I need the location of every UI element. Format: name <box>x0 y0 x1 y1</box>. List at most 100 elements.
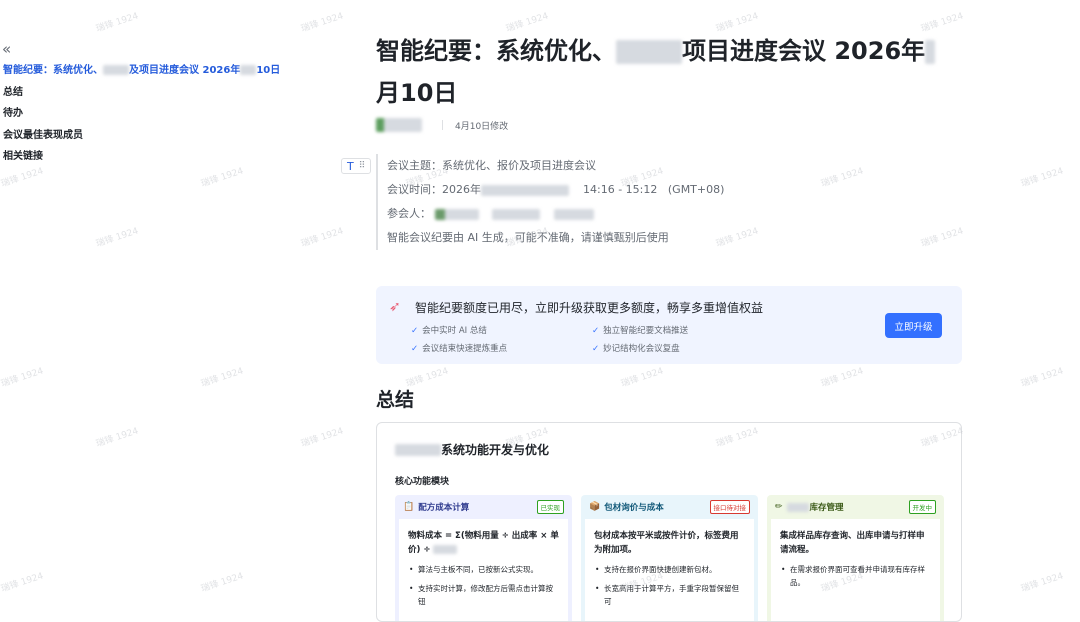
redacted-text <box>240 65 257 75</box>
module-title: 包材询价与成本 <box>604 503 664 513</box>
meeting-time-range: 14:16 - 15:12 <box>583 183 658 196</box>
meeting-timezone: (GMT+08) <box>667 183 725 196</box>
participants-label: 参会人： <box>387 207 431 220</box>
page-title: 智能纪要：系统优化、 项目进度会议 2026年 月10日 <box>376 30 976 114</box>
pencil-icon: ✏ <box>775 502 783 512</box>
redacted-text <box>481 184 569 196</box>
title-text: 项目进度会议 2026年 <box>682 37 926 65</box>
participant-chip[interactable] <box>553 208 594 220</box>
module-bullet: 算法与主板不同，已按新公式实现。 <box>408 563 559 576</box>
module-body: 物料成本 = Σ(物料用量 ÷ 出成率 × 单价) ÷ 算法与主板不同，已按新公… <box>399 519 568 621</box>
outline-item-title[interactable]: 智能纪要：系统优化、 及项目进度会议 2026年 10日 <box>3 62 280 84</box>
outline-item-label: 10日 <box>256 65 281 76</box>
module-bullet: 支持实时计算，修改配方后需点击计算按钮 <box>408 582 559 608</box>
participant-chip[interactable] <box>492 208 540 220</box>
author-avatar[interactable] <box>376 118 422 132</box>
participant-chip[interactable] <box>434 208 479 220</box>
redacted-text <box>925 40 936 64</box>
package-icon: 📦 <box>589 502 601 512</box>
status-badge: 已实现 <box>536 500 564 514</box>
modified-time: 4月10日修改 <box>455 121 509 132</box>
watermark-text: 瑞锋 1924 <box>299 426 345 450</box>
meeting-participants: 参会人： <box>387 202 724 226</box>
check-icon: ✓ <box>411 344 419 354</box>
clipboard-icon: 📋 <box>403 502 415 512</box>
outline-item-summary[interactable]: 总结 <box>3 84 280 106</box>
banner-feature: ✓ 独立智能纪要文档推送 <box>592 324 688 336</box>
watermark-text: 瑞锋 1924 <box>0 571 45 595</box>
module-desc: 集成样品库存查询、出库申请与打样申请流程。 <box>780 531 925 555</box>
module-bullet: 长宽高用于计算平方，手重字段暂保留但可 <box>594 582 745 608</box>
redacted-text <box>433 545 458 554</box>
meeting-info-quote: 会议主题：系统优化、报价及项目进度会议 会议时间：2026年 14:16 - 1… <box>376 154 724 250</box>
outline-item-best-members[interactable]: 会议最佳表现成员 <box>3 127 280 149</box>
rocket-icon: ➶ <box>389 299 401 315</box>
check-icon: ✓ <box>411 326 419 336</box>
module-body: 集成样品库存查询、出库申请与打样申请流程。 在需求报价界面可查看并申请现有库存样… <box>771 519 940 621</box>
module-packaging-cost: 📦 包材询价与成本 接口待对接 包材成本按平米或按件计价，标签费用为附加项。 支… <box>581 495 758 621</box>
banner-title: 智能纪要额度已用尽，立即升级获取更多额度，畅享多重增值权益 <box>415 301 764 315</box>
banner-feature: ✓ 会中实时 AI 总结 <box>411 324 487 336</box>
watermark-text: 瑞锋 1924 <box>619 366 665 390</box>
meeting-topic: 会议主题：系统优化、报价及项目进度会议 <box>387 159 596 172</box>
outline-item-links[interactable]: 相关链接 <box>3 148 280 170</box>
watermark-text: 瑞锋 1924 <box>819 366 865 390</box>
redacted-text <box>786 502 809 512</box>
watermark-text: 瑞锋 1924 <box>1019 166 1065 190</box>
module-header: 📦 包材询价与成本 接口待对接 <box>581 495 758 519</box>
drag-grip-icon[interactable]: ⠿ <box>359 161 366 171</box>
watermark-text: 瑞锋 1924 <box>299 11 345 35</box>
collapse-outline-icon[interactable]: « <box>2 40 11 58</box>
module-recipe-cost: 📋 配方成本计算 已实现 物料成本 = Σ(物料用量 ÷ 出成率 × 单价) ÷… <box>395 495 572 621</box>
watermark-text: 瑞锋 1924 <box>1019 366 1065 390</box>
outline-item-label: 智能纪要：系统优化、 <box>3 65 103 76</box>
module-header: 📋 配方成本计算 已实现 <box>395 495 572 519</box>
check-icon: ✓ <box>592 326 600 336</box>
block-type-handle[interactable]: T ⠿ <box>341 158 371 174</box>
watermark-text: 瑞锋 1924 <box>919 226 965 250</box>
text-type-icon: T <box>347 159 354 173</box>
watermark-text: 瑞锋 1924 <box>94 226 140 250</box>
check-icon: ✓ <box>592 344 600 354</box>
doc-meta: 4月10日修改 <box>376 118 508 132</box>
module-desc: 物料成本 = Σ(物料用量 ÷ 出成率 × 单价) ÷ <box>408 529 559 557</box>
feature-label: 妙记结构化会议复盘 <box>603 344 680 354</box>
watermark-text: 瑞锋 1924 <box>299 226 345 250</box>
status-badge: 开发中 <box>908 500 936 514</box>
module-desc-text: 物料成本 = Σ(物料用量 ÷ 出成率 × 单价) ÷ <box>408 531 559 555</box>
redacted-text <box>103 65 129 75</box>
feature-label: 会议结束快速提炼重点 <box>422 344 508 354</box>
module-inventory: ✏ 库存管理 开发中 集成样品库存查询、出库申请与打样申请流程。 在需求报价界面… <box>767 495 944 621</box>
summary-card: 系统功能开发与优化 核心功能模块 📋 配方成本计算 已实现 物料成本 = Σ(物… <box>376 422 962 622</box>
watermark-text: 瑞锋 1924 <box>0 366 45 390</box>
upgrade-button[interactable]: 立即升级 <box>885 313 942 338</box>
summary-heading: 总结 <box>376 389 415 411</box>
module-bullet: 支持在报价界面快捷创建新包材。 <box>594 563 745 576</box>
upgrade-banner: ➶ 智能纪要额度已用尽，立即升级获取更多额度，畅享多重增值权益 ✓ 会中实时 AI… <box>376 286 962 364</box>
card-subtitle: 核心功能模块 <box>395 477 450 487</box>
outline-item-todo[interactable]: 待办 <box>3 105 280 127</box>
module-bullet: 在需求报价界面可查看并申请现有库存样品。 <box>780 563 931 589</box>
watermark-text: 瑞锋 1924 <box>199 366 245 390</box>
banner-feature: ✓ 妙记结构化会议复盘 <box>592 342 680 354</box>
module-title: 库存管理 <box>809 503 844 513</box>
meeting-time: 会议时间：2026年 14:16 - 15:12 (GMT+08) <box>387 178 724 202</box>
watermark-text: 瑞锋 1924 <box>1019 571 1065 595</box>
watermark-text: 瑞锋 1924 <box>94 11 140 35</box>
feature-label: 会中实时 AI 总结 <box>422 326 487 336</box>
feature-label: 独立智能纪要文档推送 <box>603 326 689 336</box>
title-text: 月10日 <box>376 79 458 107</box>
watermark-text: 瑞锋 1924 <box>199 571 245 595</box>
card-title-text: 系统功能开发与优化 <box>441 443 550 457</box>
meeting-time-label: 会议时间：2026年 <box>387 183 481 196</box>
watermark-text: 瑞锋 1924 <box>819 166 865 190</box>
card-title: 系统功能开发与优化 <box>395 441 549 458</box>
status-badge: 接口待对接 <box>709 500 750 514</box>
divider <box>442 120 443 130</box>
module-title: 配方成本计算 <box>418 503 470 513</box>
outline-list: 智能纪要：系统优化、 及项目进度会议 2026年 10日 总结 待办 会议最佳表现成… <box>3 62 280 170</box>
module-header: ✏ 库存管理 开发中 <box>767 495 944 519</box>
watermark-text: 瑞锋 1924 <box>94 426 140 450</box>
title-text: 智能纪要：系统优化、 <box>376 37 616 65</box>
banner-feature: ✓ 会议结束快速提炼重点 <box>411 342 507 354</box>
